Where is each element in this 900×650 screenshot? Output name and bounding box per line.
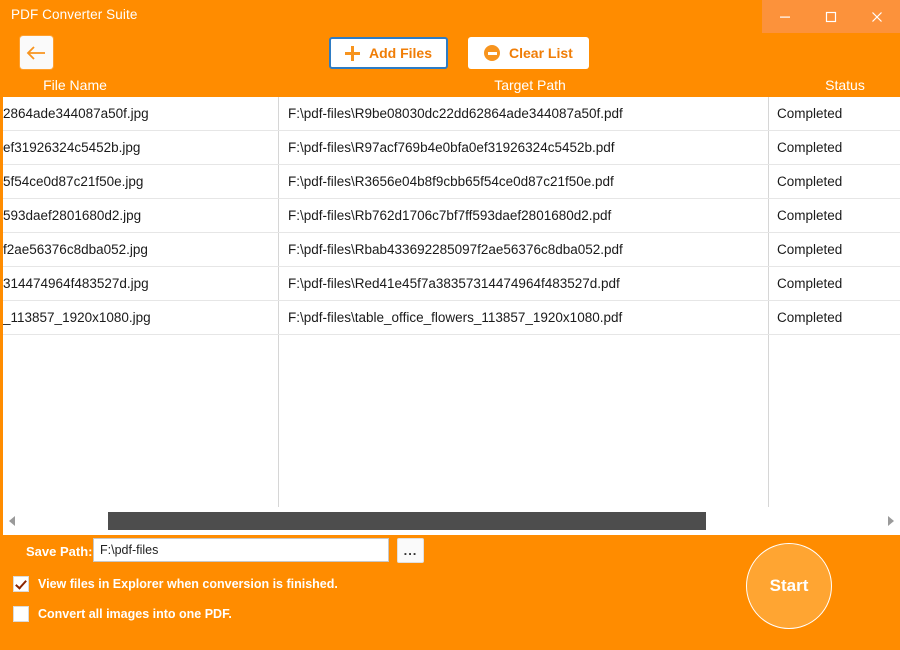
cell-target-path: F:\pdf-files\R9be08030dc22dd62864ade3440… — [288, 106, 623, 121]
table-row[interactable]: ef31926324c5452b.jpg F:\pdf-files\R97acf… — [0, 131, 900, 165]
one-pdf-checkbox[interactable] — [13, 606, 29, 622]
minimize-icon — [780, 16, 790, 18]
cell-status: Completed — [777, 242, 843, 257]
chevron-left-icon — [9, 516, 15, 526]
scroll-left-button[interactable] — [3, 507, 21, 535]
scrollbar-thumb[interactable] — [108, 512, 706, 530]
left-edge-accent — [0, 97, 3, 535]
view-files-checkbox[interactable] — [13, 576, 29, 592]
app-window: PDF Converter Suite Add Files Clear List… — [0, 0, 900, 650]
option-one-pdf-row[interactable]: Convert all images into one PDF. — [13, 606, 232, 622]
one-pdf-label: Convert all images into one PDF. — [38, 607, 232, 621]
option-view-files-row[interactable]: View files in Explorer when conversion i… — [13, 576, 338, 592]
cell-file-name: 2864ade344087a50f.jpg — [3, 106, 149, 121]
table-row[interactable]: _113857_1920x1080.jpg F:\pdf-files\table… — [0, 301, 900, 335]
browse-button[interactable]: ... — [397, 538, 424, 563]
cell-status: Completed — [777, 140, 843, 155]
title-bar: PDF Converter Suite — [0, 0, 900, 33]
cell-file-name: ef31926324c5452b.jpg — [3, 140, 141, 155]
cell-file-name: 5f54ce0d87c21f50e.jpg — [3, 174, 144, 189]
cell-status: Completed — [777, 310, 843, 325]
cell-target-path: F:\pdf-files\Red41e45f7a38357314474964f4… — [288, 276, 620, 291]
toolbar: Add Files Clear List — [0, 33, 900, 76]
cell-target-path: F:\pdf-files\R3656e04b8f9cbb65f54ce0d87c… — [288, 174, 614, 189]
cell-target-path: F:\pdf-files\Rb762d1706c7bf7ff593daef280… — [288, 208, 612, 223]
cell-file-name: 314474964f483527d.jpg — [3, 276, 149, 291]
file-list-table[interactable]: 2864ade344087a50f.jpg F:\pdf-files\R9be0… — [0, 97, 900, 507]
cell-target-path: F:\pdf-files\R97acf769b4e0bfa0ef31926324… — [288, 140, 615, 155]
back-arrow-icon — [26, 45, 45, 60]
window-controls — [762, 0, 900, 33]
toolbar-buttons: Add Files Clear List — [329, 37, 589, 69]
view-files-label: View files in Explorer when conversion i… — [38, 577, 338, 591]
table-row[interactable]: 2864ade344087a50f.jpg F:\pdf-files\R9be0… — [0, 97, 900, 131]
table-row[interactable]: 593daef2801680d2.jpg F:\pdf-files\Rb762d… — [0, 199, 900, 233]
column-header-file-name[interactable]: File Name — [0, 77, 150, 93]
clear-list-button[interactable]: Clear List — [468, 37, 589, 69]
add-files-label: Add Files — [369, 45, 433, 61]
window-title: PDF Converter Suite — [11, 7, 138, 22]
cell-status: Completed — [777, 106, 843, 121]
add-files-button[interactable]: Add Files — [329, 37, 449, 69]
table-row[interactable]: 5f54ce0d87c21f50e.jpg F:\pdf-files\R3656… — [0, 165, 900, 199]
table-row[interactable]: f2ae56376c8dba052.jpg F:\pdf-files\Rbab4… — [0, 233, 900, 267]
cell-file-name: f2ae56376c8dba052.jpg — [3, 242, 148, 257]
plus-icon — [345, 45, 360, 61]
minimize-button[interactable] — [762, 0, 808, 33]
save-path-input[interactable]: F:\pdf-files — [93, 538, 389, 562]
footer-panel: Save Path: F:\pdf-files ... View files i… — [0, 535, 900, 650]
chevron-right-icon — [888, 516, 894, 526]
minus-circle-icon — [484, 45, 501, 61]
column-header-target-path[interactable]: Target Path — [430, 77, 630, 93]
cell-status: Completed — [777, 174, 843, 189]
save-path-label: Save Path: — [26, 544, 93, 559]
close-icon — [872, 11, 882, 22]
cell-file-name: _113857_1920x1080.jpg — [3, 310, 151, 325]
cell-status: Completed — [777, 208, 843, 223]
start-button[interactable]: Start — [746, 543, 832, 629]
cell-status: Completed — [777, 276, 843, 291]
table-row[interactable]: 314474964f483527d.jpg F:\pdf-files\Red41… — [0, 267, 900, 301]
scroll-right-button[interactable] — [882, 507, 900, 535]
horizontal-scrollbar[interactable] — [3, 507, 900, 535]
back-button[interactable] — [20, 36, 53, 69]
maximize-button[interactable] — [808, 0, 854, 33]
cell-target-path: F:\pdf-files\table_office_flowers_113857… — [288, 310, 623, 325]
cell-file-name: 593daef2801680d2.jpg — [3, 208, 142, 223]
maximize-icon — [825, 11, 837, 22]
table-header: File Name Target Path Status — [0, 76, 900, 97]
column-header-status[interactable]: Status — [790, 77, 900, 93]
clear-list-label: Clear List — [509, 45, 573, 61]
cell-target-path: F:\pdf-files\Rbab433692285097f2ae56376c8… — [288, 242, 623, 257]
close-button[interactable] — [854, 0, 900, 33]
